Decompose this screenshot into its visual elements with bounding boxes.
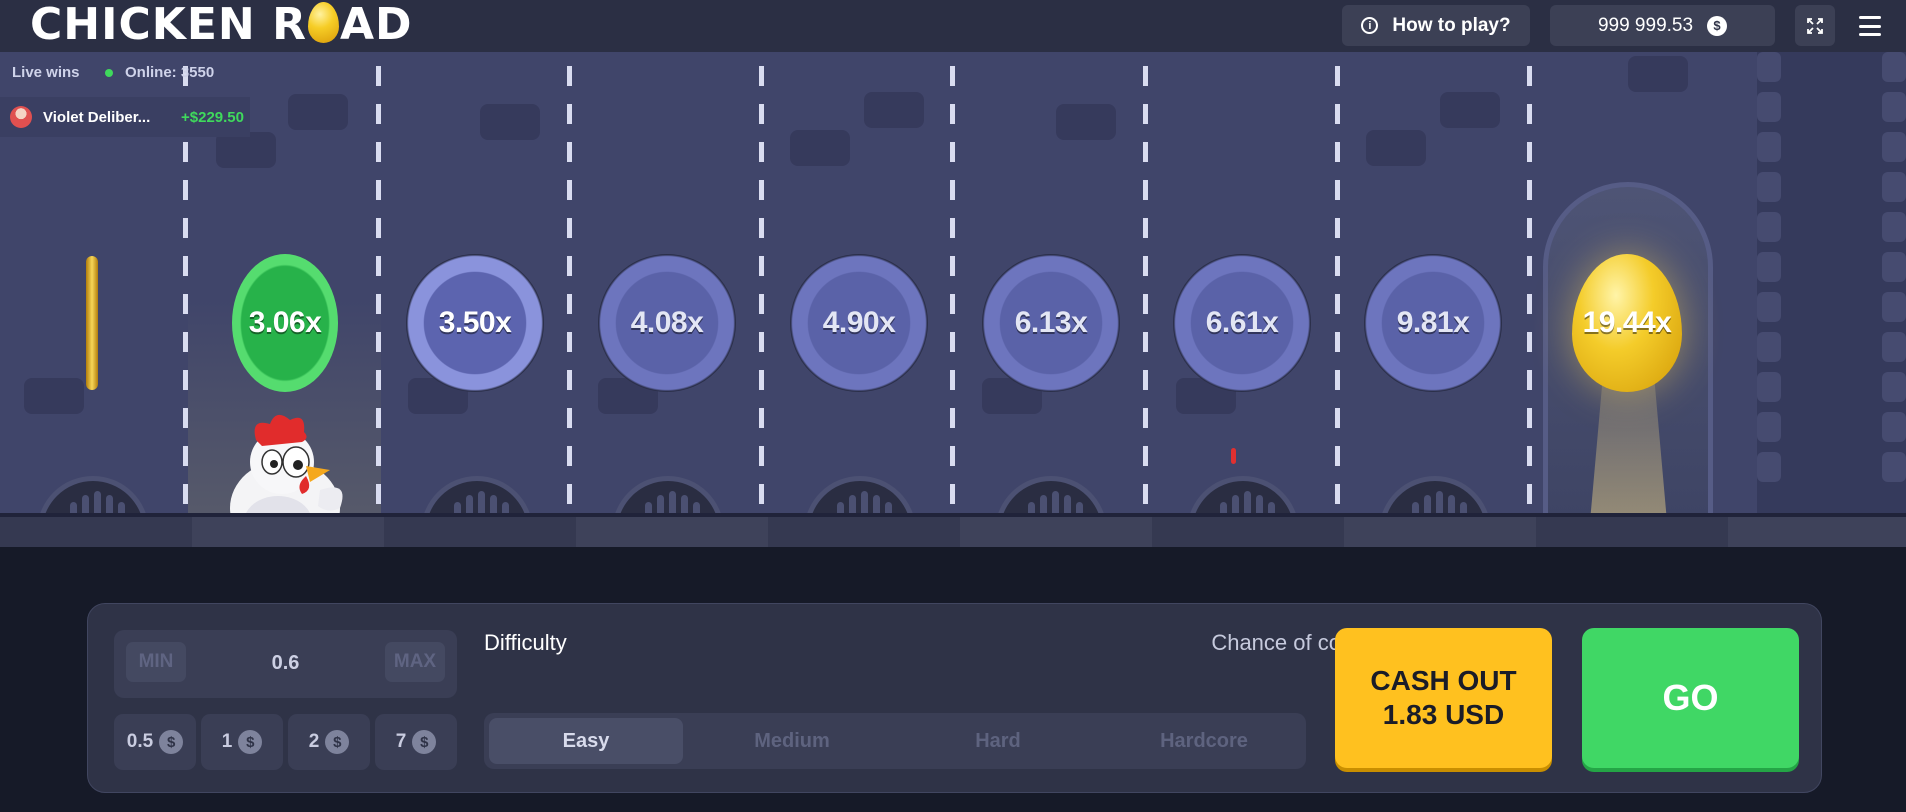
multiplier-coin-current: 3.06x xyxy=(232,254,338,392)
online-counter: Online: 3550 xyxy=(105,64,214,81)
avatar xyxy=(10,106,32,128)
live-wins-label: Live wins xyxy=(12,64,80,81)
bet-control-panel: MIN 0.6 MAX 0.5 $ 1 $ 2 $ 7 $ Difficulty… xyxy=(87,603,1822,793)
dollar-coin-icon: $ xyxy=(325,730,350,754)
quick-bet-button[interactable]: 1 $ xyxy=(201,714,283,770)
start-coin-icon xyxy=(86,256,98,390)
multiplier-coin: 4.90x xyxy=(790,254,928,392)
cash-out-button[interactable]: CASH OUT 1.83 USD xyxy=(1335,628,1552,768)
how-to-play-label: How to play? xyxy=(1392,14,1511,36)
multiplier-coin-next[interactable]: 3.50x xyxy=(406,254,544,392)
multiplier-coin: 4.08x xyxy=(598,254,736,392)
fullscreen-icon xyxy=(1807,17,1823,34)
balance-display: 999 999.53 $ xyxy=(1550,5,1775,46)
dollar-coin-icon: $ xyxy=(1707,15,1728,36)
difficulty-hardcore[interactable]: Hardcore xyxy=(1107,718,1301,764)
difficulty-hard[interactable]: Hard xyxy=(901,718,1095,764)
castle-wall xyxy=(1757,52,1906,513)
lane-gate xyxy=(612,476,724,513)
game-board: 3.06x 3.50x 4.08x 4.90x 6.13x 6.61x 9.81… xyxy=(0,52,1906,513)
road-strip xyxy=(0,513,1906,547)
chicken-character-icon xyxy=(230,414,343,513)
difficulty-selector: Easy Medium Hard Hardcore xyxy=(484,713,1306,769)
winner-name: Violet Deliber... xyxy=(43,108,151,126)
multiplier-coin: 9.81x xyxy=(1364,254,1502,392)
difficulty-easy[interactable]: Easy xyxy=(489,718,683,764)
lane-gate xyxy=(37,476,149,513)
lane-gate xyxy=(421,476,533,513)
difficulty-medium[interactable]: Medium xyxy=(695,718,889,764)
quick-bet-button[interactable]: 0.5 $ xyxy=(114,714,196,770)
top-bar: CHICKEN R AD i How to play? 999 999.53 $ xyxy=(0,0,1906,52)
info-icon: i xyxy=(1361,17,1379,34)
cash-out-amount: 1.83 USD xyxy=(1382,699,1505,730)
win-amount: +$229.50 xyxy=(181,108,244,126)
cash-out-label: CASH OUT xyxy=(1370,665,1517,696)
live-win-item: Violet Deliber... +$229.50 xyxy=(0,97,250,137)
game-root: CHICKEN RAD i How to play? 999 999.53 $ xyxy=(0,0,1906,812)
max-bet-button[interactable]: MAX xyxy=(385,642,445,682)
lane-gate xyxy=(1379,476,1491,513)
fire-hazard-icon xyxy=(1231,448,1236,464)
logo-egg-icon xyxy=(307,2,339,43)
multiplier-coin: 6.13x xyxy=(982,254,1120,392)
dollar-coin-icon: $ xyxy=(412,730,437,754)
go-button[interactable]: GO xyxy=(1582,628,1799,768)
lane-gate xyxy=(995,476,1107,513)
online-status-dot xyxy=(105,68,113,77)
quick-bet-button[interactable]: 2 $ xyxy=(288,714,370,770)
quick-bet-button[interactable]: 7 $ xyxy=(375,714,457,770)
game-logo: CHICKEN R AD xyxy=(30,0,413,50)
dollar-coin-icon: $ xyxy=(238,730,263,754)
difficulty-label: Difficulty xyxy=(484,630,567,655)
lane-gate xyxy=(1187,476,1299,513)
balance-value: 999 999.53 xyxy=(1597,14,1694,36)
bet-amount-field[interactable]: MIN 0.6 MAX xyxy=(114,630,457,698)
fullscreen-button[interactable] xyxy=(1795,5,1835,46)
dollar-coin-icon: $ xyxy=(159,730,184,754)
online-count: Online: 3550 xyxy=(125,64,215,81)
lane-gate xyxy=(804,476,916,513)
how-to-play-button[interactable]: i How to play? xyxy=(1342,5,1530,46)
hamburger-menu-button[interactable] xyxy=(1856,14,1884,38)
multiplier-coin: 6.61x xyxy=(1173,254,1311,392)
